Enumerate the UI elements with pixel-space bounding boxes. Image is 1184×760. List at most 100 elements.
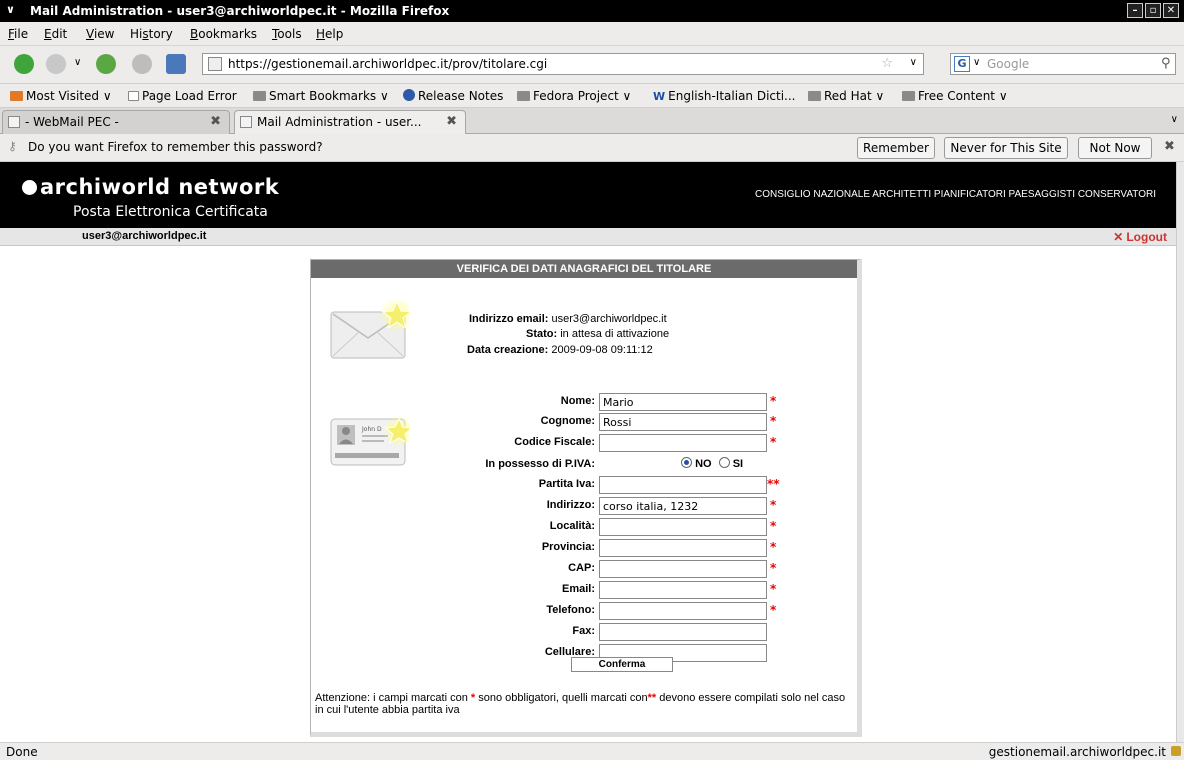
window-titlebar: ∨ Mail Administration - user3@archiworld…: [0, 0, 1184, 22]
email-value: user3@archiworldpec.it: [551, 313, 667, 325]
field-label: Partita Iva:: [538, 478, 595, 490]
tab-favicon-icon: [240, 116, 252, 128]
tab-mail-administration[interactable]: Mail Administration - user... ✖: [234, 110, 466, 135]
never-for-site-button[interactable]: Never for This Site: [944, 137, 1068, 159]
piva-no-radio[interactable]: [681, 457, 692, 468]
field-fax: Fax:: [311, 623, 857, 641]
menu-history[interactable]: History: [130, 27, 173, 41]
close-window-icon[interactable]: ✕: [1163, 3, 1179, 18]
email-info: Indirizzo email: user3@archiworldpec.it: [469, 313, 667, 325]
bookmark-free-content[interactable]: Free Content ∨: [902, 89, 1008, 103]
note-stars: **: [647, 692, 657, 704]
fax-input[interactable]: [599, 623, 767, 641]
not-now-button[interactable]: Not Now: [1078, 137, 1152, 159]
stato-value: in attesa di attivazione: [560, 328, 670, 340]
nome-input[interactable]: [599, 393, 767, 411]
close-tab-icon[interactable]: ✖: [210, 114, 221, 129]
tab-bar: - WebMail PEC - ✖ Mail Administration - …: [0, 108, 1184, 135]
menu-view[interactable]: View: [86, 27, 114, 41]
field-label: Fax:: [572, 625, 595, 637]
url-bar[interactable]: https://gestionemail.archiworldpec.it/pr…: [202, 53, 924, 75]
field-label: Indirizzo:: [546, 499, 595, 511]
engine-dropdown-icon[interactable]: ∨: [973, 57, 980, 68]
field-codice-fiscale: Codice Fiscale: *: [311, 434, 857, 452]
url-dropdown-icon[interactable]: ∨: [910, 57, 917, 68]
required-fields-note: Attenzione: i campi marcati con * sono o…: [315, 692, 855, 716]
menu-file[interactable]: File: [8, 27, 28, 41]
folder-icon: [253, 91, 266, 101]
stop-icon[interactable]: [132, 54, 152, 74]
tab-list-icon[interactable]: ∨: [1171, 114, 1178, 125]
navigation-toolbar: ∨ https://gestionemail.archiworldpec.it/…: [0, 46, 1184, 84]
bookmark-red-hat[interactable]: Red Hat ∨: [808, 89, 884, 103]
maximize-icon[interactable]: ▫: [1145, 3, 1161, 18]
user-strip: user3@archiworldpec.it ✕ Logout: [0, 228, 1176, 246]
lock-icon[interactable]: [1171, 746, 1181, 756]
provincia-input[interactable]: [599, 539, 767, 557]
field-cognome: Cognome: *: [311, 413, 857, 431]
envelope-icon: [330, 300, 409, 359]
tab-webmail[interactable]: - WebMail PEC - ✖: [2, 110, 230, 134]
folder-icon: [902, 91, 915, 101]
page-scrollbar[interactable]: [1176, 162, 1184, 742]
localita-input[interactable]: [599, 518, 767, 536]
status-text: Done: [6, 745, 38, 759]
bookmark-star-icon[interactable]: ☆: [881, 56, 893, 71]
bookmark-label: Most Visited ∨: [26, 89, 112, 103]
status-bar: Done gestionemail.archiworldpec.it: [0, 742, 1184, 760]
cap-input[interactable]: [599, 560, 767, 578]
history-dropdown-icon[interactable]: ∨: [74, 57, 81, 68]
telefono-input[interactable]: [599, 602, 767, 620]
folder-icon: [517, 91, 530, 101]
logo-mark-icon: [22, 180, 37, 195]
close-notification-icon[interactable]: ✖: [1164, 139, 1175, 154]
feed-icon: [10, 91, 23, 101]
back-icon[interactable]: [14, 54, 34, 74]
conferma-button[interactable]: Conferma: [571, 657, 673, 672]
email-input[interactable]: [599, 581, 767, 599]
search-icon[interactable]: ⚲: [1161, 56, 1171, 71]
bookmark-label: English-Italian Dicti...: [668, 89, 796, 103]
codice-fiscale-input[interactable]: [599, 434, 767, 452]
field-indirizzo: Indirizzo: *: [311, 497, 857, 515]
partita-iva-input[interactable]: [599, 476, 767, 494]
piva-si-label: SI: [732, 458, 744, 470]
required-marker: *: [770, 498, 777, 512]
piva-si-radio[interactable]: [718, 457, 730, 468]
logout-link[interactable]: ✕ Logout: [1113, 230, 1170, 244]
search-box[interactable]: G ∨ Google ⚲: [950, 53, 1176, 75]
bookmark-label: Fedora Project ∨: [533, 89, 632, 103]
bookmark-fedora-project[interactable]: Fedora Project ∨: [517, 89, 631, 103]
window-menu-icon[interactable]: ∨: [6, 3, 15, 16]
required-marker: *: [770, 414, 777, 428]
menu-tools[interactable]: Tools: [272, 27, 302, 41]
close-tab-icon[interactable]: ✖: [446, 114, 457, 129]
bookmark-most-visited[interactable]: Most Visited ∨: [10, 89, 112, 103]
bookmark-english-italian[interactable]: W English-Italian Dicti...: [653, 89, 796, 103]
tab-label: Mail Administration - user...: [257, 115, 422, 129]
key-icon: ⚷: [8, 139, 17, 153]
home-icon[interactable]: [166, 54, 186, 74]
cognome-input[interactable]: [599, 413, 767, 431]
field-label: Località:: [549, 520, 595, 532]
required-marker: *: [770, 394, 777, 408]
reload-icon[interactable]: [96, 54, 116, 74]
menu-edit[interactable]: Edit: [44, 27, 67, 41]
password-notification-bar: ⚷ Do you want Firefox to remember this p…: [0, 134, 1184, 162]
menu-bookmarks[interactable]: Bookmarks: [190, 27, 257, 41]
required-marker: *: [770, 561, 777, 575]
bookmark-smart-bookmarks[interactable]: Smart Bookmarks ∨: [253, 89, 389, 103]
forward-icon[interactable]: [46, 54, 66, 74]
bookmark-page-load-error[interactable]: Page Load Error: [128, 89, 237, 103]
tab-favicon-icon: [8, 116, 20, 128]
minimize-icon[interactable]: –: [1127, 3, 1143, 18]
note-star: *: [470, 692, 476, 704]
required-marker: *: [770, 582, 777, 596]
google-engine-icon[interactable]: G: [954, 56, 970, 72]
indirizzo-input[interactable]: [599, 497, 767, 515]
remember-button[interactable]: Remember: [857, 137, 935, 159]
menu-help[interactable]: Help: [316, 27, 343, 41]
logo-subtitle: Posta Elettronica Certificata: [73, 204, 268, 220]
bookmark-release-notes[interactable]: Release Notes: [403, 89, 503, 103]
current-user: user3@archiworldpec.it: [82, 230, 207, 242]
